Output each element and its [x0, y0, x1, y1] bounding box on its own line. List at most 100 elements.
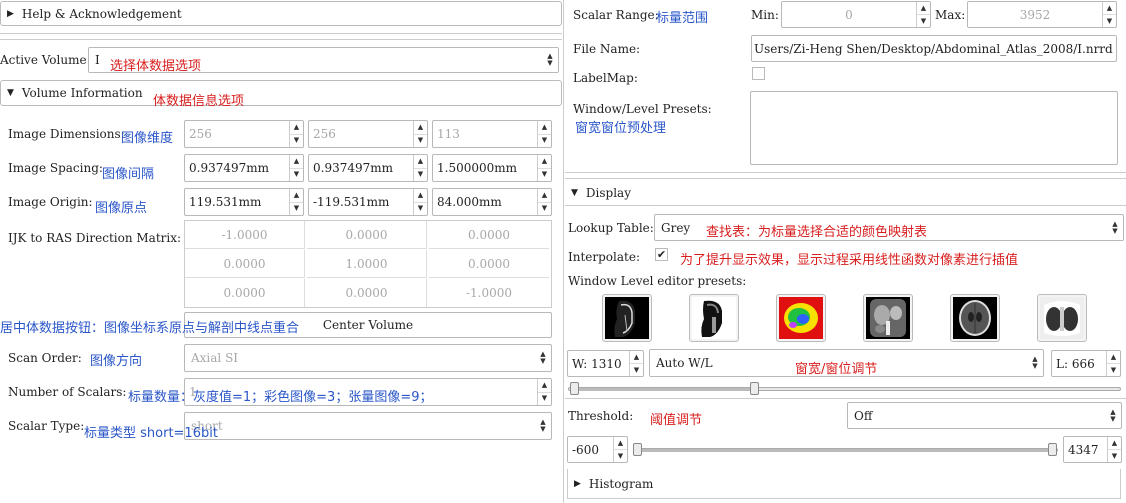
matrix-cell: 0.0000 — [185, 279, 305, 307]
expand-right-icon: ▶ — [7, 8, 14, 19]
matrix-cell: 0.0000 — [429, 221, 549, 249]
file-name-label: File Name: — [573, 42, 641, 56]
dimension-i-spinbox: 256 ▲ ▼ — [184, 120, 304, 148]
scalar-range-note: 标量范围 — [656, 11, 709, 26]
origin-j-spinbox[interactable]: -119.531mm ▲ ▼ — [308, 188, 428, 216]
spin-arrows-icon[interactable]: ▲ ▼ — [289, 155, 303, 181]
expand-right-icon: ▶ — [574, 478, 581, 489]
origin-note: 图像原点 — [95, 201, 148, 216]
threshold-min-spinbox[interactable]: -600 ▲ ▼ — [567, 436, 628, 463]
wl-presets-label: Window/Level Presets: — [573, 102, 712, 116]
panel-splitter[interactable] — [563, 0, 564, 503]
origin-label: Image Origin: — [8, 195, 93, 209]
spacing-label: Image Spacing: — [8, 161, 103, 175]
volume-info-title: Volume Information — [21, 86, 143, 100]
spin-arrows-icon: ▲ ▼ — [1102, 2, 1116, 27]
interpolate-checkbox[interactable]: ✔ — [655, 248, 668, 261]
matrix-cell: 1.0000 — [307, 250, 427, 278]
dimensions-note: 图像维度 — [121, 131, 174, 146]
center-volume-note: 居中体数据按钮：图像坐标系原点与解剖中线点重合 — [0, 321, 300, 336]
labelmap-checkbox[interactable] — [752, 67, 765, 80]
spacing-note: 图像间隔 — [102, 167, 155, 182]
spacing-j-spinbox[interactable]: 0.937497mm ▲ ▼ — [308, 154, 428, 182]
spin-arrows-icon[interactable]: ▲ ▼ — [1106, 351, 1120, 376]
wl-high-handle[interactable] — [750, 382, 760, 395]
wl-range-fill — [573, 388, 755, 391]
interpolate-label: Interpolate: — [568, 250, 640, 264]
spin-arrows-icon[interactable]: ▲ ▼ — [289, 189, 303, 215]
origin-k-spinbox[interactable]: 84.000mm ▲ ▼ — [432, 188, 552, 216]
ct-abdomen-icon — [866, 297, 910, 339]
matrix-cell: -1.0000 — [185, 221, 305, 249]
spin-arrows-icon[interactable]: ▲ ▼ — [413, 155, 427, 181]
spin-arrows-icon[interactable]: ▲ ▼ — [629, 351, 643, 376]
volume-info-section-header[interactable]: ▼ Volume Information — [0, 80, 562, 106]
threshold-max-spinbox[interactable]: 4347 ▲ ▼ — [1063, 436, 1122, 463]
volume-info-note: 体数据信息选项 — [153, 94, 245, 109]
matrix-label: IJK to RAS Direction Matrix: — [8, 231, 182, 245]
spacing-k-spinbox[interactable]: 1.500000mm ▲ ▼ — [432, 154, 552, 182]
expand-down-icon: ▼ — [571, 188, 578, 198]
wl-presets-list[interactable] — [750, 91, 1118, 165]
spin-arrows-icon: ▲ ▼ — [916, 2, 930, 27]
combo-arrows-icon: ▲ ▼ — [1112, 219, 1118, 235]
ct-brain-icon — [953, 297, 997, 339]
threshold-high-handle[interactable] — [1048, 443, 1057, 456]
wl-presets-note: 窗宽窗位预处理 — [575, 121, 667, 136]
scalar-type-label: Scalar Type: — [8, 419, 85, 433]
divider — [565, 398, 1126, 399]
wl-low-handle[interactable] — [569, 382, 579, 395]
preset-pet-color-button[interactable] — [776, 294, 826, 342]
dimension-j-spinbox: 256 ▲ ▼ — [308, 120, 428, 148]
interpolate-note: 为了提升显示效果，显示过程采用线性函数对像素进行插值 — [680, 253, 1019, 268]
level-spinbox[interactable]: L: 666 ▲ ▼ — [1051, 350, 1121, 377]
matrix-cell: -1.0000 — [465, 286, 513, 300]
window-spinbox[interactable]: W: 1310 ▲ ▼ — [567, 350, 644, 377]
threshold-mode-select[interactable]: Off ▲ ▼ — [847, 402, 1122, 429]
spacing-i-spinbox[interactable]: 0.937497mm ▲ ▼ — [184, 154, 304, 182]
expand-down-icon: ▼ — [7, 88, 14, 98]
scan-order-select: Axial SI ▲ ▼ — [184, 344, 552, 372]
preset-ct-abdomen-button[interactable] — [863, 294, 913, 342]
pet-color-icon — [779, 297, 823, 339]
scalar-max-spinbox: 3952 ▲ ▼ — [967, 1, 1117, 28]
scalar-type-select: short ▲ ▼ — [184, 412, 552, 440]
file-name-field[interactable]: Users/Zi-Heng Shen/Desktop/Abdominal_Atl… — [751, 35, 1117, 62]
threshold-label: Threshold: — [568, 409, 634, 423]
direction-matrix: -1.0000 0.0000 0.0000 0.0000 1.0000 0.00… — [184, 220, 552, 308]
ct-lung-icon — [1040, 297, 1084, 339]
spin-arrows-icon[interactable]: ▲ ▼ — [1107, 437, 1121, 462]
origin-i-spinbox[interactable]: 119.531mm ▲ ▼ — [184, 188, 304, 216]
preset-ct-brain-button[interactable] — [950, 294, 1000, 342]
help-section-title: Help & Acknowledgement — [21, 6, 182, 21]
active-volume-note: 选择体数据选项 — [110, 59, 202, 74]
dimensions-label: Image Dimensions: — [8, 127, 125, 141]
active-volume-label: Active Volume — [0, 53, 87, 67]
spin-arrows-icon[interactable]: ▲ ▼ — [537, 155, 551, 181]
histogram-section-header[interactable]: ▶ Histogram — [567, 469, 1121, 499]
combo-arrows-icon: ▲ ▼ — [1110, 407, 1116, 423]
wl-note: 窗宽/窗位调节 — [795, 362, 878, 377]
threshold-range-fill — [639, 449, 1053, 452]
lookup-table-label: Lookup Table: — [568, 221, 654, 235]
preset-ct-air-button[interactable] — [602, 294, 652, 342]
spin-arrows-icon[interactable]: ▲ ▼ — [537, 189, 551, 215]
display-section-title: Display — [585, 186, 631, 200]
scalar-type-note: 标量类型 short=16bit — [84, 426, 218, 441]
preset-ct-lung-button[interactable] — [1037, 294, 1087, 342]
num-scalars-note: 标量数量：灰度值=1；彩色图像=3；张量图像=9； — [128, 390, 433, 405]
divider — [0, 33, 562, 34]
spin-arrows-icon[interactable]: ▲ ▼ — [413, 189, 427, 215]
labelmap-label: LabelMap: — [573, 71, 638, 85]
threshold-low-handle[interactable] — [633, 443, 642, 456]
max-label: Max: — [935, 8, 966, 22]
scan-order-label: Scan Order: — [8, 351, 82, 365]
help-section-header[interactable]: ▶ Help & Acknowledgement — [0, 1, 562, 26]
divider — [565, 178, 1126, 179]
display-section-header[interactable]: ▼ Display — [565, 181, 1126, 205]
scan-order-note: 图像方向 — [90, 354, 143, 369]
spin-arrows-icon[interactable]: ▲ ▼ — [613, 437, 627, 462]
scalar-range-label: Scalar Range: — [573, 8, 659, 22]
wl-editor-label: Window Level editor presets: — [568, 274, 747, 288]
preset-ct-bone-button[interactable] — [689, 294, 739, 342]
